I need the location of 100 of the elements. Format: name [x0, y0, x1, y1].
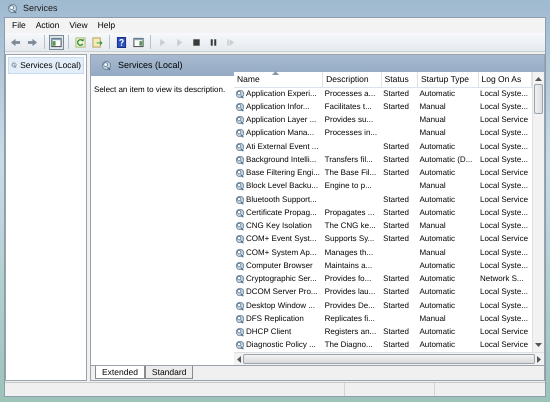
table-cell: Local Syste...	[480, 248, 528, 257]
table-cell: Local Syste...	[480, 300, 528, 310]
service-name: Application Experi...	[246, 88, 317, 100]
table-cell: Automatic	[419, 194, 456, 204]
service-name: Computer Browser	[246, 260, 313, 272]
export-list-icon	[92, 36, 103, 48]
service-name: Ati External Event ...	[246, 140, 318, 153]
help-icon	[116, 36, 127, 48]
table-cell: Automatic	[419, 142, 456, 151]
table-cell: Engine to p...	[324, 181, 372, 190]
menu-item[interactable]: Action	[30, 19, 64, 32]
service-name: Application Layer ...	[246, 114, 316, 126]
table-cell: Maintains a...	[324, 260, 372, 270]
vertical-scrollbar[interactable]	[532, 72, 544, 352]
table-cell: Provides De...	[324, 300, 375, 310]
table-cell: Automatic	[419, 340, 456, 350]
service-name: Bluetooth Support...	[246, 194, 317, 206]
column-header[interactable]: Log On As	[478, 72, 532, 87]
table-cell: Automatic	[419, 274, 456, 284]
table-cell: Manual	[419, 128, 446, 138]
table-cell: Provides su...	[324, 115, 374, 124]
service-name: DFS Replication	[246, 312, 304, 325]
table-cell: Automatic (D...	[419, 154, 472, 164]
tab[interactable]: Standard	[144, 366, 194, 379]
service-name: Application Mana...	[246, 127, 314, 140]
table-cell: Automatic	[419, 287, 456, 296]
service-name: DCOM Server Pro...	[246, 286, 318, 298]
menu-item[interactable]: View	[64, 19, 93, 32]
column-header[interactable]: Name	[234, 72, 323, 87]
play-icon	[157, 36, 168, 48]
service-name: COM+ Event Syst...	[246, 233, 316, 246]
table-cell: Automatic	[419, 234, 456, 244]
service-name: Background Intelli...	[246, 154, 316, 166]
table-cell: Local Syste...	[480, 260, 528, 270]
table-cell: Manages th...	[324, 248, 374, 257]
service-name: DHCP Client	[246, 326, 292, 338]
console-tree-icon	[51, 36, 62, 48]
table-cell: Registers an...	[324, 327, 376, 336]
horizontal-scrollbar[interactable]	[234, 352, 544, 365]
table-cell: Local Syste...	[480, 181, 528, 190]
scroll-down-icon[interactable]	[535, 343, 542, 348]
table-cell: Started	[383, 194, 409, 204]
table-cell: Started	[383, 274, 409, 284]
table-cell: Started	[383, 340, 409, 350]
table-cell: Local Syste...	[480, 102, 528, 111]
scroll-thumb[interactable]	[243, 354, 535, 364]
table-cell: Started	[383, 154, 409, 164]
description-text: Select an item to view its description.	[94, 85, 226, 94]
table-cell: Started	[383, 168, 409, 178]
table-cell: Provides fo...	[324, 274, 372, 284]
table-cell: Automatic	[419, 208, 456, 217]
scroll-left-icon[interactable]	[236, 356, 241, 362]
scroll-thumb[interactable]	[534, 84, 543, 114]
table-cell: Manual	[419, 102, 446, 111]
table-cell: Processes a...	[324, 88, 376, 98]
menu-item[interactable]: File	[7, 19, 31, 32]
table-cell: Network S...	[480, 274, 524, 284]
service-name: COM+ System Ap...	[246, 246, 316, 259]
table-cell: Automatic	[419, 168, 456, 178]
table-cell: Local Service	[480, 194, 528, 204]
table-cell: Local Service	[480, 327, 528, 336]
menu-item[interactable]: Help	[92, 19, 120, 32]
table-cell: Local Syste...	[480, 128, 528, 138]
help-button[interactable]	[114, 34, 129, 50]
table-cell: Local Service	[480, 168, 528, 178]
scroll-right-icon[interactable]	[537, 356, 542, 362]
panel-title: Services (Local)	[118, 58, 183, 72]
pause-icon	[208, 36, 219, 48]
service-name: Cryptographic Ser...	[246, 273, 317, 286]
table-cell: Local Service	[480, 115, 528, 124]
table-cell: Replicates fi...	[324, 314, 375, 323]
table-cell: Started	[383, 102, 409, 111]
table-cell: Started	[383, 300, 409, 310]
table-cell: The Base Fil...	[324, 168, 376, 178]
table-cell: Propagates ...	[324, 208, 374, 217]
tree-item[interactable]: Services (Local)	[8, 57, 84, 74]
stop-icon	[191, 36, 202, 48]
table-cell: Local Syste...	[480, 221, 528, 230]
table-cell: Supports Sy...	[324, 234, 374, 244]
export-list-button[interactable]	[90, 34, 105, 50]
column-header[interactable]: Startup Type	[417, 72, 478, 87]
table-cell: Local Service	[480, 340, 528, 350]
service-name: Certificate Propag...	[246, 206, 317, 219]
table-cell: Started	[383, 287, 409, 296]
service-name: Desktop Window ...	[246, 300, 315, 312]
table-cell: Automatic	[419, 300, 456, 310]
table-cell: Automatic	[419, 260, 456, 270]
play-icon	[174, 36, 185, 48]
table-cell: The CNG ke...	[324, 221, 376, 230]
column-header[interactable]: Status	[381, 72, 418, 87]
console-tree-button[interactable]	[49, 34, 64, 50]
refresh-button[interactable]	[73, 34, 88, 50]
table-cell: Local Syste...	[480, 314, 528, 323]
column-header[interactable]: Description	[322, 72, 382, 87]
table-cell: Manual	[419, 314, 446, 323]
table-cell: Started	[383, 221, 409, 230]
table-cell: Facilitates t...	[324, 102, 372, 111]
tab[interactable]: Extended	[95, 366, 145, 379]
table-cell: Local Syste...	[480, 88, 528, 98]
table-cell: Manual	[419, 181, 446, 190]
